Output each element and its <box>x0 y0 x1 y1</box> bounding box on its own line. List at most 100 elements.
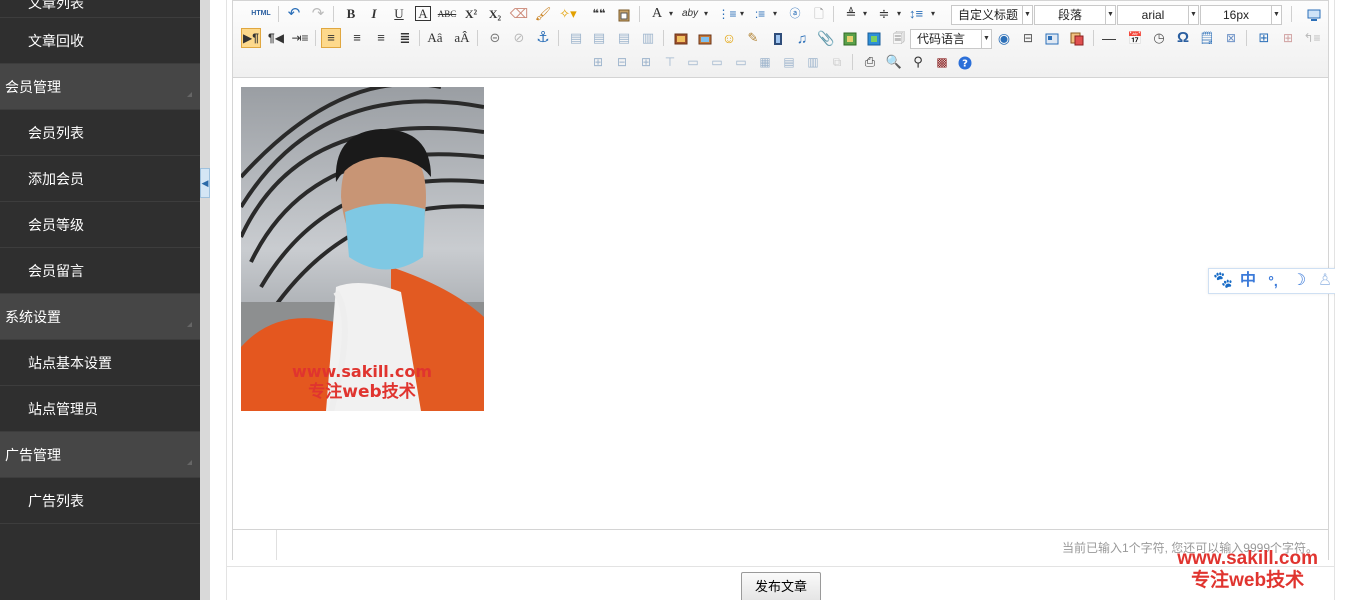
delete-table-icon[interactable]: ⊞ <box>1278 28 1298 48</box>
sidebar-group-system[interactable]: 系统设置 <box>0 294 200 340</box>
dropdown-arrow-icon[interactable]: ▾ <box>732 4 752 24</box>
sidebar-item-member-list[interactable]: 会员列表 <box>0 110 200 156</box>
unlink-icon[interactable]: ⊘ <box>509 28 529 48</box>
insert-col-icon[interactable]: ⊞ <box>636 52 656 72</box>
dropdown-arrow-icon[interactable]: ▾ <box>765 4 785 24</box>
music-icon[interactable]: ♫ <box>792 28 812 48</box>
dropdown-arrow-icon[interactable]: ▾ <box>696 4 716 24</box>
indent-icon[interactable]: ⇥≡ <box>290 28 310 48</box>
split-to-cols-icon[interactable]: ▥ <box>803 52 823 72</box>
multi-image-icon[interactable] <box>695 28 715 48</box>
search-replace-icon[interactable]: ⚲ <box>908 52 928 72</box>
print-icon[interactable]: ⎙ <box>860 52 880 72</box>
image-center-icon[interactable]: ▥ <box>638 28 658 48</box>
paragraph-select[interactable]: 段落 ▼ <box>1034 5 1116 25</box>
sidebar-item-article-recycle[interactable]: 文章回收 <box>0 18 200 64</box>
snapscreen-icon[interactable]: ⊠ <box>1221 28 1241 48</box>
image-float-right-icon[interactable]: ▤ <box>614 28 634 48</box>
ime-chinese-toggle[interactable]: 中 <box>1238 271 1258 291</box>
insert-paragraph-before-table-icon[interactable]: ↰≡ <box>1302 28 1322 48</box>
dropdown-arrow-icon[interactable]: ▾ <box>923 4 943 24</box>
lowercase-icon[interactable]: aÂ <box>452 28 472 48</box>
align-left-icon[interactable]: ≡ <box>321 28 341 48</box>
split-to-cells-icon[interactable]: ▦ <box>755 52 775 72</box>
sidebar-item-member-level[interactable]: 会员等级 <box>0 202 200 248</box>
horizontal-rule-icon[interactable]: — <box>1099 28 1119 48</box>
merge-down-icon[interactable]: ▭ <box>731 52 751 72</box>
rtl-direction-icon[interactable]: ¶◀ <box>266 28 286 48</box>
dropdown-arrow-icon[interactable]: ▾ <box>661 4 681 24</box>
page-scrollbar[interactable] <box>1335 0 1350 600</box>
paw-icon[interactable]: 🐾 <box>1213 271 1233 291</box>
undo-icon[interactable]: ↶ <box>284 4 304 24</box>
insert-image-icon[interactable] <box>671 28 691 48</box>
ltr-direction-icon[interactable]: ▶¶ <box>241 28 261 48</box>
delete-col-icon[interactable]: ⊤ <box>660 52 680 72</box>
help-icon[interactable]: ? <box>955 52 975 72</box>
eraser-icon[interactable]: ⌫ <box>509 4 529 24</box>
web-template-icon[interactable]: ◉ <box>994 28 1014 48</box>
sidebar-item-site-settings[interactable]: 站点基本设置 <box>0 340 200 386</box>
sidebar-collapse-toggle[interactable]: ◀ <box>200 168 210 198</box>
inserted-photo[interactable]: www.sakill.com 专注web技术 <box>241 87 484 411</box>
sidebar-item-member-message[interactable]: 会员留言 <box>0 248 200 294</box>
anchor-icon[interactable]: ⚓ <box>533 28 553 48</box>
iframe-icon[interactable]: 🗐 <box>889 28 909 48</box>
auto-format-icon[interactable]: ✧▾ <box>558 4 578 24</box>
delete-row-icon[interactable]: ⊟ <box>612 52 632 72</box>
merge-right-icon[interactable]: ▭ <box>707 52 727 72</box>
page-break-icon[interactable]: ⊟ <box>1018 28 1038 48</box>
superscript-button[interactable]: X² <box>461 4 481 24</box>
select-all-icon[interactable]: ⓐ <box>785 4 805 24</box>
background-icon[interactable] <box>1042 28 1062 48</box>
scrawl-icon[interactable]: ✎ <box>743 28 763 48</box>
sidebar-item-ad-list[interactable]: 广告列表 <box>0 478 200 524</box>
emoticon-icon[interactable]: ☺ <box>719 28 739 48</box>
sidebar-group-ads[interactable]: 广告管理 <box>0 432 200 478</box>
insert-table-icon[interactable]: ⊞ <box>1254 28 1274 48</box>
strikethrough-button[interactable]: ABC <box>437 4 457 24</box>
split-to-rows-icon[interactable]: ▤ <box>779 52 799 72</box>
google-map-icon[interactable] <box>864 28 884 48</box>
user-icon[interactable]: ♙ <box>1315 271 1335 291</box>
date-icon[interactable]: 📅 <box>1125 28 1145 48</box>
italic-button[interactable]: I <box>364 4 384 24</box>
image-float-none-icon[interactable]: ▤ <box>566 28 586 48</box>
paste-plain-icon[interactable] <box>614 4 634 24</box>
link-icon[interactable]: ⊝ <box>485 28 505 48</box>
fullscreen-icon[interactable] <box>1304 4 1324 24</box>
moon-icon[interactable]: ☽ <box>1289 271 1309 291</box>
bold-button[interactable]: B <box>341 4 361 24</box>
subscript-button[interactable]: X₂ <box>485 4 505 24</box>
wordimage-icon[interactable]: 🗒 <box>1197 28 1217 48</box>
preview-icon[interactable]: 🔍 <box>884 52 904 72</box>
dropdown-arrow-icon[interactable]: ▾ <box>855 4 875 24</box>
font-family-select[interactable]: arial ▼ <box>1117 5 1199 25</box>
time-icon[interactable]: ◷ <box>1149 28 1169 48</box>
font-border-button[interactable]: A <box>415 6 431 21</box>
heading-select[interactable]: 自定义标题 ▼ <box>951 5 1033 25</box>
underline-button[interactable]: U <box>389 4 409 24</box>
attachment-icon[interactable]: 📎 <box>816 28 836 48</box>
map-icon[interactable] <box>840 28 860 48</box>
image-float-left-icon[interactable]: ▤ <box>589 28 609 48</box>
ime-punctuation-toggle[interactable]: °, <box>1263 271 1283 291</box>
blockquote-button[interactable]: ❝❝ <box>589 4 609 24</box>
uppercase-icon[interactable]: Aâ <box>425 28 445 48</box>
drafts-icon[interactable]: ▩ <box>932 52 952 72</box>
font-size-select[interactable]: 16px ▼ <box>1200 5 1282 25</box>
sidebar-item-add-member[interactable]: 添加会员 <box>0 156 200 202</box>
insert-video-icon[interactable] <box>768 28 788 48</box>
chart-icon[interactable]: ⧉ <box>827 52 847 72</box>
align-center-icon[interactable]: ≡ <box>347 28 367 48</box>
redo-icon[interactable]: ↷ <box>308 4 328 24</box>
align-justify-icon[interactable]: ≣ <box>395 28 415 48</box>
format-brush-icon[interactable]: 🖌 <box>533 4 553 24</box>
clear-doc-icon[interactable]: 🗋 <box>809 4 829 24</box>
align-right-icon[interactable]: ≡ <box>371 28 391 48</box>
sidebar-group-member[interactable]: 会员管理 <box>0 64 200 110</box>
special-char-button[interactable]: Ω <box>1173 28 1193 48</box>
sidebar-item-partial[interactable]: 文章列表 <box>0 0 200 18</box>
sidebar-item-site-admin[interactable]: 站点管理员 <box>0 386 200 432</box>
insert-row-icon[interactable]: ⊞ <box>588 52 608 72</box>
